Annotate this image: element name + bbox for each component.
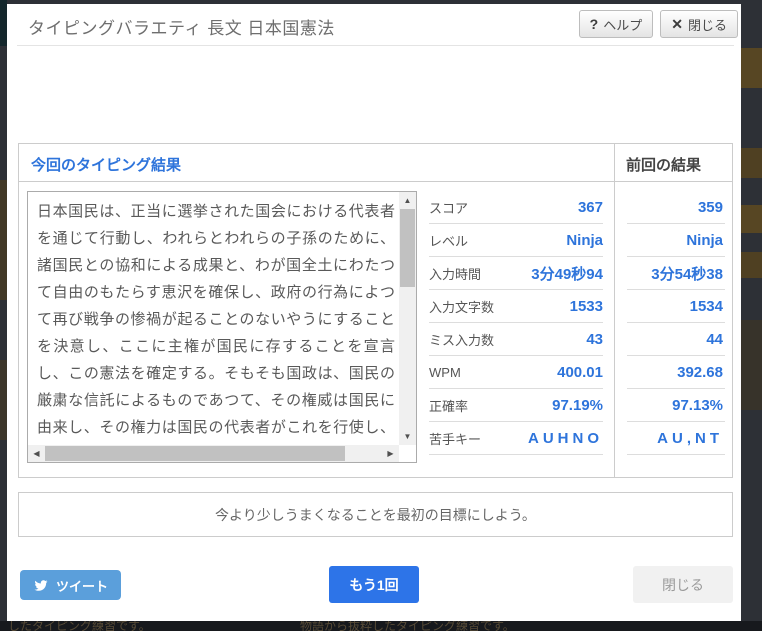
backdrop-text: したタイピング練習です。 [8, 621, 151, 631]
stat-label: 苦手キー [429, 431, 482, 447]
tweet-button-label: ツイート [56, 578, 109, 594]
dialog-close-button[interactable]: ✕ 閉じる [660, 10, 738, 38]
prev-value: 44 [706, 330, 723, 348]
scroll-up-icon[interactable]: ▲ [399, 192, 416, 209]
backdrop-patch [0, 360, 7, 440]
stat-value: 400.01 [557, 363, 603, 381]
stat-row-level: レベル Ninja [429, 224, 603, 257]
stat-label: ミス入力数 [429, 332, 495, 348]
prev-value: Ninja [686, 231, 723, 249]
twitter-bird-icon [34, 579, 48, 591]
close-button-label: 閉じる [687, 17, 727, 33]
stat-row-wpm: WPM 400.01 [429, 356, 603, 389]
backdrop-patch [0, 180, 7, 300]
stat-label: レベル [429, 233, 469, 249]
stat-row-accuracy: 正確率 97.19% [429, 389, 603, 422]
horizontal-scroll-thumb[interactable] [45, 446, 345, 461]
backdrop-patch [741, 148, 762, 178]
prev-value-row: 44 [627, 323, 725, 356]
current-stats-table: スコア 367 レベル Ninja 入力時間 3分49秒94 入力文字数 153… [429, 191, 603, 455]
previous-result-title: 前回の結果 [626, 157, 702, 174]
stat-value: 43 [586, 330, 603, 348]
dialog-header: タイピングバラエティ 長文 日本国憲法 ? ヘルプ ✕ 閉じる [7, 4, 741, 46]
prev-value-row: 1534 [627, 290, 725, 323]
advice-message: 今より少しうまくなることを最初の目標にしよう。 [215, 506, 536, 523]
dialog-title: タイピングバラエティ 長文 日本国憲法 [28, 19, 335, 38]
prev-value: 3分54秒38 [651, 265, 723, 283]
stat-row-misses: ミス入力数 43 [429, 323, 603, 356]
prev-value-row: 392.68 [627, 356, 725, 389]
stat-row-weak-keys: 苦手キー AUHNO [429, 422, 603, 455]
previous-stats-column: 359 Ninja 3分54秒38 1534 44 392.68 97.13% … [615, 191, 733, 455]
stat-value: 367 [577, 198, 603, 216]
backdrop-patch [0, 0, 7, 46]
dimmed-page-strip: したタイピング練習です。 物語から抜粋したタイピング練習です。 [0, 621, 762, 631]
stat-label: 入力文字数 [429, 299, 495, 315]
vertical-scroll-thumb[interactable] [400, 209, 415, 287]
help-button-label: ヘルプ [603, 17, 643, 33]
result-section-header: 今回のタイピング結果 前回の結果 [19, 144, 732, 182]
prev-value: 392.68 [677, 363, 723, 381]
stat-value: 3分49秒94 [531, 265, 603, 283]
stat-value: 97.19% [552, 396, 603, 414]
header-divider [17, 45, 734, 46]
stat-row-score: スコア 367 [429, 191, 603, 224]
prev-value: 359 [697, 198, 723, 216]
footer-close-button[interactable]: 閉じる [633, 566, 733, 603]
prev-value: AU,NT [657, 429, 723, 447]
prev-value: 1534 [689, 297, 723, 315]
backdrop-patch [741, 252, 762, 278]
backdrop-patch [741, 48, 762, 88]
stat-label: WPM [429, 364, 461, 380]
question-icon: ? [589, 16, 599, 32]
backdrop-text: 物語から抜粋したタイピング練習です。 [300, 621, 515, 631]
stat-value: AUHNO [528, 429, 603, 447]
stat-label: 正確率 [429, 398, 469, 414]
prev-value-row: 359 [627, 191, 725, 224]
advice-message-box: 今より少しうまくなることを最初の目標にしよう。 [18, 492, 733, 537]
passage-text: 日本国民は、正当に選挙された国会における代表者を通じて行動し、われらとわれらの子… [37, 203, 395, 436]
stat-row-time: 入力時間 3分49秒94 [429, 257, 603, 290]
close-icon: ✕ [671, 15, 683, 32]
stat-label: スコア [429, 200, 469, 216]
retry-button[interactable]: もう1回 [329, 566, 419, 603]
scroll-down-icon[interactable]: ▼ [399, 428, 416, 445]
scroll-right-icon[interactable]: ▶ [382, 445, 399, 462]
horizontal-scrollbar[interactable]: ◀ ▶ [28, 445, 399, 462]
prev-value: 97.13% [672, 396, 723, 414]
stat-value: Ninja [566, 231, 603, 249]
backdrop-patch [741, 205, 762, 233]
prev-value-row: 3分54秒38 [627, 257, 725, 290]
result-section: 今回のタイピング結果 前回の結果 日本国民は、正当に選挙された国会における代表者… [18, 143, 733, 478]
passage-box: 日本国民は、正当に選挙された国会における代表者を通じて行動し、われらとわれらの子… [27, 191, 417, 463]
header-buttons: ? ヘルプ ✕ 閉じる [578, 10, 738, 38]
scroll-left-icon[interactable]: ◀ [28, 445, 45, 462]
prev-value-row: Ninja [627, 224, 725, 257]
tweet-button[interactable]: ツイート [20, 570, 122, 600]
prev-value-row: AU,NT [627, 422, 725, 455]
vertical-scrollbar[interactable]: ▲ ▼ [399, 192, 416, 445]
backdrop-patch [741, 320, 762, 410]
stat-value: 1533 [569, 297, 603, 315]
prev-value-row: 97.13% [627, 389, 725, 422]
stat-label: 入力時間 [429, 266, 482, 282]
result-dialog: タイピングバラエティ 長文 日本国憲法 ? ヘルプ ✕ 閉じる 今回のタイピング… [7, 4, 741, 621]
current-result-title: 今回のタイピング結果 [31, 157, 182, 174]
help-button[interactable]: ? ヘルプ [578, 10, 654, 38]
stat-row-chars: 入力文字数 1533 [429, 290, 603, 323]
